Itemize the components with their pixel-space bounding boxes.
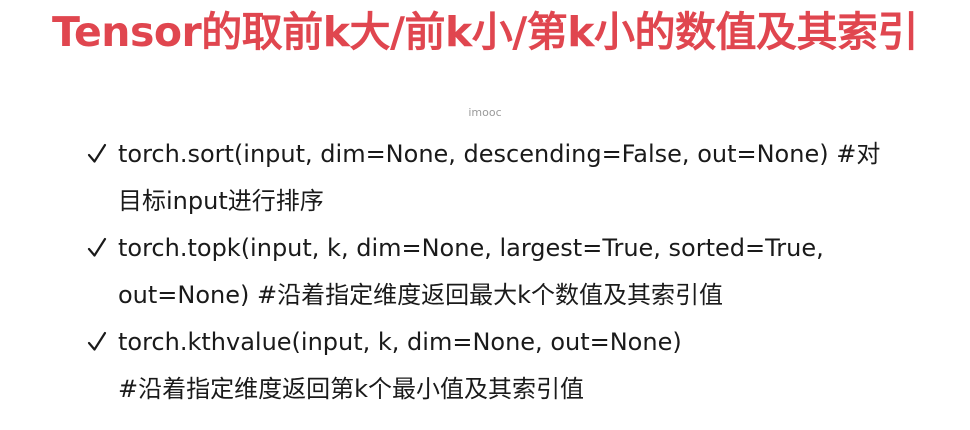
slide-title: Tensor的取前k大/前k小/第k小的数值及其索引	[51, 8, 919, 56]
check-icon	[86, 319, 110, 366]
check-icon	[86, 225, 110, 272]
bullet-item-sort: torch.sort(input, dim=None, descending=F…	[86, 131, 956, 225]
bullet-list: torch.sort(input, dim=None, descending=F…	[86, 131, 956, 413]
bullet-line: out=None) #沿着指定维度返回最大k个数值及其索引值	[118, 281, 724, 309]
bullet-item-kthvalue: torch.kthvalue(input, k, dim=None, out=N…	[86, 319, 956, 413]
watermark: imooc	[468, 106, 502, 119]
bullet-line: torch.sort(input, dim=None, descending=F…	[118, 140, 881, 168]
check-icon	[86, 131, 110, 178]
bullet-line: torch.topk(input, k, dim=None, largest=T…	[118, 234, 824, 262]
bullet-line: torch.kthvalue(input, k, dim=None, out=N…	[118, 328, 682, 356]
bullet-item-topk: torch.topk(input, k, dim=None, largest=T…	[86, 225, 956, 319]
bullet-line: #沿着指定维度返回第k个最小值及其索引值	[118, 375, 585, 403]
bullet-line: 目标input进行排序	[118, 187, 324, 215]
